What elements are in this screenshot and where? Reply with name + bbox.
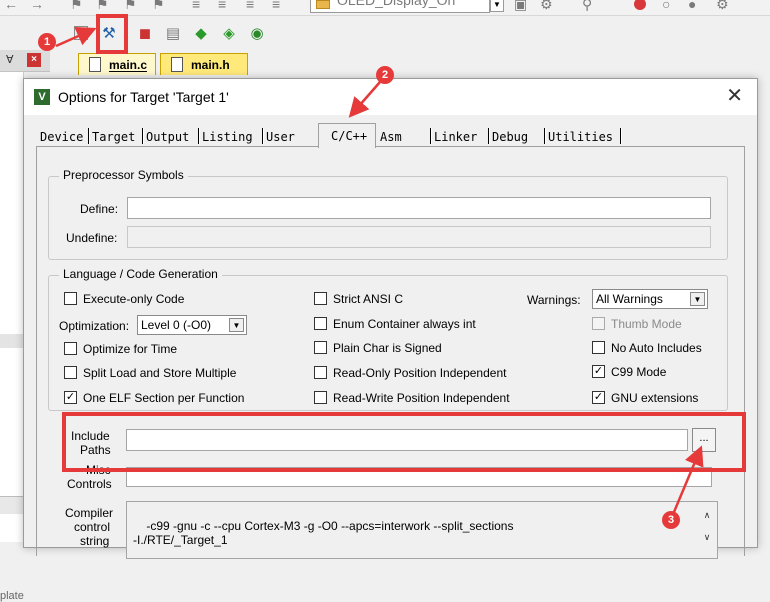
document-icon: [89, 57, 101, 72]
pack-installer-icon[interactable]: ◆: [190, 22, 212, 44]
comment-icon[interactable]: ≡: [246, 0, 254, 12]
bookmark-icon[interactable]: ⚑: [70, 0, 83, 13]
target-dropdown-arrow[interactable]: ▼: [490, 0, 504, 12]
split-load-checkbox[interactable]: Split Load and Store Multiple: [64, 366, 236, 380]
project-panel-header: ∀ ×: [0, 50, 50, 72]
dialog-title: Options for Target 'Target 1': [58, 89, 229, 105]
no-auto-includes-checkbox[interactable]: No Auto Includes: [592, 341, 702, 355]
ro-position-checkbox[interactable]: Read-Only Position Independent: [314, 366, 506, 380]
project-name: OLED_Display_On: [337, 0, 456, 8]
toolbar-dropdown-arrow[interactable]: ∨: [74, 26, 88, 40]
bookmark-prev-icon[interactable]: ⚑: [96, 0, 109, 13]
misc-controls-label: Controls: [67, 477, 112, 491]
options-dialog: V Options for Target 'Target 1' ✕ Device…: [23, 78, 758, 559]
undefine-label: Undefine:: [66, 231, 118, 245]
tools-icon[interactable]: ⚙: [716, 0, 729, 13]
settings-icon[interactable]: ⚙: [540, 0, 553, 13]
c99-mode-checkbox[interactable]: ✓ C99 Mode: [592, 365, 666, 379]
compiler-control-label: control: [74, 520, 111, 534]
tab-output[interactable]: Output: [142, 126, 199, 146]
step-badge-1: 1: [38, 33, 56, 51]
warnings-label: Warnings:: [527, 293, 581, 307]
folder-icon: [316, 0, 330, 9]
back-arrow-icon[interactable]: ←: [4, 0, 18, 12]
gnu-extensions-checkbox[interactable]: ✓ GNU extensions: [592, 391, 698, 405]
undefine-input: [127, 226, 711, 248]
keil-app-icon: V: [34, 89, 50, 105]
highlight-options-button: [96, 14, 128, 54]
plain-char-checkbox[interactable]: Plain Char is Signed: [314, 341, 442, 355]
tab-linker[interactable]: Linker: [430, 126, 489, 146]
enum-container-checkbox[interactable]: Enum Container always int: [314, 317, 476, 331]
compiler-label: Compiler: [65, 506, 114, 520]
language-legend: Language / Code Generation: [59, 267, 222, 281]
execute-only-checkbox[interactable]: Execute-only Code: [64, 292, 184, 306]
optimization-label: Optimization:: [59, 319, 130, 333]
chevron-down-icon: ▼: [690, 292, 705, 306]
forward-arrow-icon[interactable]: →: [30, 0, 44, 12]
tab-utilities[interactable]: Utilities: [544, 126, 621, 146]
panel-tab-label[interactable]: plate: [0, 590, 24, 602]
tab-c-cpp[interactable]: C/C++: [318, 123, 376, 148]
unindent-icon[interactable]: ≡: [218, 0, 226, 12]
project-tree-row[interactable]: [0, 334, 24, 348]
tab-target[interactable]: Target: [88, 126, 143, 146]
tab-device[interactable]: Device: [36, 126, 89, 146]
bookmark-next-icon[interactable]: ⚑: [124, 0, 137, 13]
file-tab-label: main.h: [191, 58, 230, 72]
compiler-control-text: -c99 -gnu -c --cpu Cortex-M3 -g -O0 --ap…: [133, 519, 514, 547]
optimize-time-checkbox[interactable]: Optimize for Time: [64, 342, 177, 356]
define-input[interactable]: [127, 197, 711, 219]
breakpoint-disable-icon[interactable]: ○: [662, 0, 670, 12]
pin-icon[interactable]: ∀: [6, 53, 14, 66]
step-badge-3: 3: [662, 511, 680, 529]
compiler-control-string: -c99 -gnu -c --cpu Cortex-M3 -g -O0 --ap…: [126, 501, 718, 559]
warnings-select[interactable]: All Warnings ▼: [592, 289, 708, 309]
compiler-string-label: string: [80, 534, 110, 548]
batch-build-icon[interactable]: ▤: [162, 22, 184, 44]
file-tab-label: main.c: [109, 58, 148, 72]
manage-icon[interactable]: ▣: [514, 0, 527, 13]
close-icon[interactable]: ✕: [726, 85, 743, 107]
define-label: Define:: [80, 202, 119, 216]
select-packs-icon[interactable]: ◈: [218, 22, 240, 44]
dialog-titlebar: V Options for Target 'Target 1' ✕: [24, 79, 757, 115]
one-elf-section-checkbox[interactable]: ✓ One ELF Section per Function: [64, 391, 244, 405]
tab-debug[interactable]: Debug: [488, 126, 545, 146]
project-panel: plate: [0, 72, 24, 602]
indent-icon[interactable]: ≡: [192, 0, 200, 12]
rw-position-checkbox[interactable]: Read-Write Position Independent: [314, 391, 510, 405]
dialog-tabs: Device Target Output Listing User C/C++ …: [36, 123, 736, 148]
manage-rte-icon[interactable]: ◉: [246, 22, 268, 44]
tab-asm[interactable]: Asm: [376, 126, 431, 146]
search-icon[interactable]: ⚲: [582, 0, 592, 13]
bookmark-clear-icon[interactable]: ⚑: [152, 0, 165, 13]
step-badge-2: 2: [376, 66, 394, 84]
strict-ansi-checkbox[interactable]: Strict ANSI C: [314, 292, 403, 306]
panel-close-icon[interactable]: ×: [27, 53, 41, 67]
panel-tab-strip: [0, 496, 24, 514]
tab-user[interactable]: User: [262, 126, 310, 146]
thumb-mode-checkbox: Thumb Mode: [592, 317, 682, 331]
highlight-include-paths: [62, 412, 746, 472]
chevron-down-icon: ▼: [229, 318, 244, 332]
file-tab-main-c[interactable]: main.c: [78, 53, 156, 75]
scroll-up-icon[interactable]: ∧: [699, 508, 715, 522]
file-tab-main-h[interactable]: main.h: [160, 53, 248, 75]
breakpoint-icon[interactable]: [634, 0, 646, 10]
preprocessor-legend: Preprocessor Symbols: [59, 168, 188, 182]
optimization-select[interactable]: Level 0 (-O0) ▼: [137, 315, 247, 335]
document-icon: [171, 57, 183, 72]
tab-listing[interactable]: Listing: [198, 126, 263, 146]
uncomment-icon[interactable]: ≡: [272, 0, 280, 12]
manage-project-icon[interactable]: ◼: [134, 22, 156, 44]
breakpoint-kill-icon[interactable]: ●: [688, 0, 696, 12]
project-target-field[interactable]: OLED_Display_On: [310, 0, 490, 13]
